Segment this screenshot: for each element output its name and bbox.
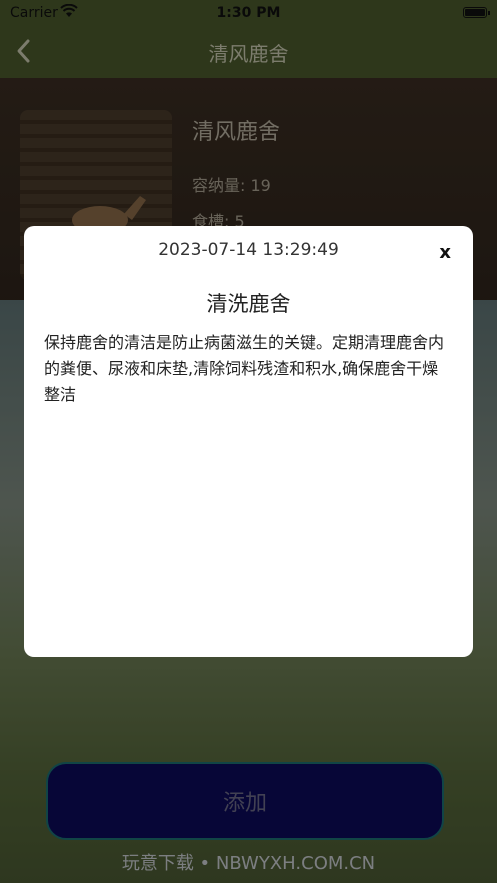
record-datetime: 2023-07-14 13:29:49 [158, 240, 339, 260]
record-title: 清洗鹿舍 [206, 292, 291, 316]
close-icon[interactable]: x [439, 242, 451, 263]
record-detail-dialog: 2023-07-14 13:29:49 x 清洗鹿舍 保持鹿舍的清洁是防止病菌滋… [24, 226, 473, 657]
record-description: 保持鹿舍的清洁是防止病菌滋生的关键。定期清理鹿舍内的粪便、尿液和床垫,清除饲料残… [44, 333, 445, 404]
